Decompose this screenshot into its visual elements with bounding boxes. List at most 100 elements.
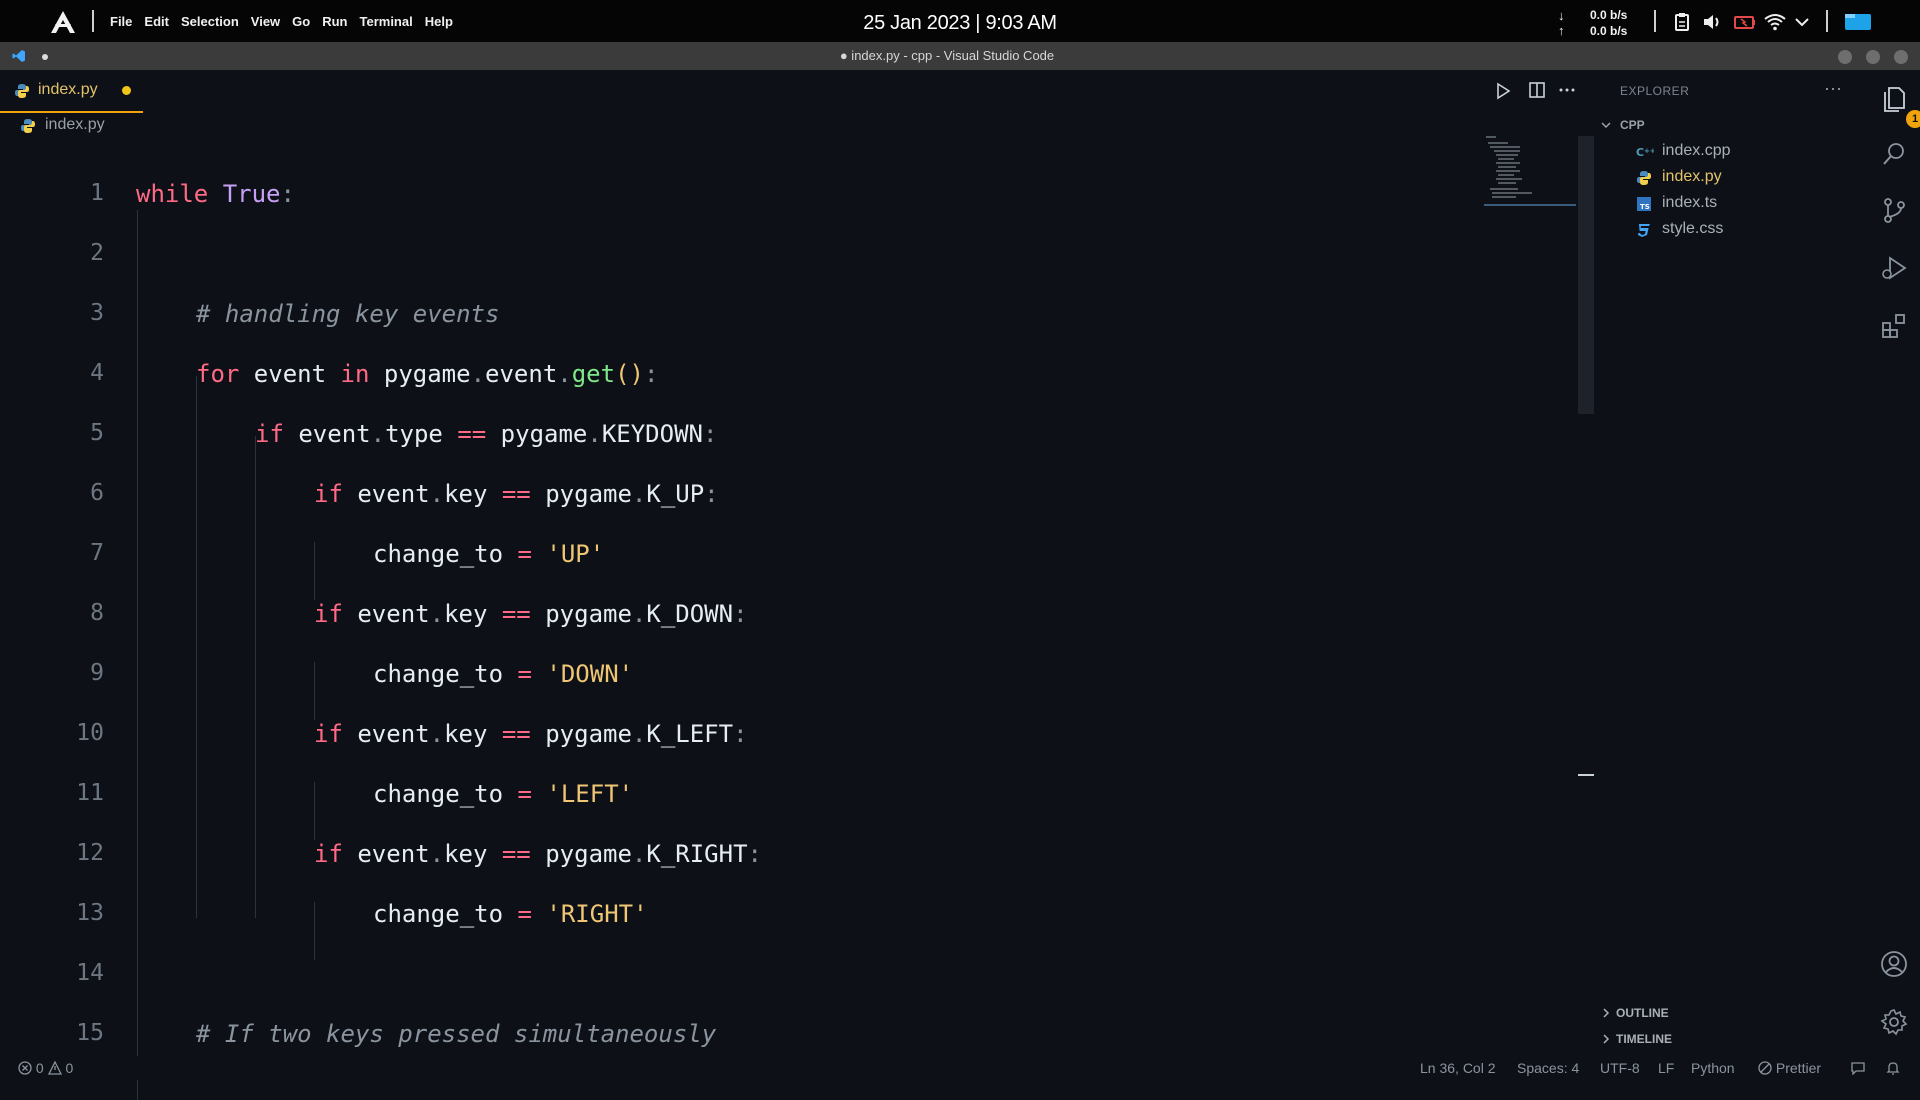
identifier: event — [342, 480, 430, 508]
file-style-css[interactable]: style.css — [1636, 218, 1856, 242]
split-editor-icon[interactable] — [1528, 81, 1546, 99]
punct: . — [470, 360, 486, 388]
code-text: change_to = 'RIGHT' — [373, 900, 648, 928]
identifier: event — [342, 720, 430, 748]
punct: . — [429, 600, 445, 628]
svg-text:TS: TS — [1640, 203, 1650, 211]
wifi-icon[interactable] — [1764, 12, 1786, 32]
line-number: 8 — [90, 600, 104, 626]
problems-indicator[interactable]: 0 0 — [18, 1060, 73, 1076]
line-number: 3 — [90, 300, 104, 326]
account-icon[interactable] — [1880, 950, 1908, 978]
feedback-icon[interactable] — [1850, 1061, 1866, 1075]
operator: == — [501, 720, 531, 748]
folder-cpp[interactable]: CPP — [1601, 118, 1645, 132]
warning-count: 0 — [65, 1060, 74, 1076]
string: 'UP' — [531, 540, 605, 568]
minimap[interactable] — [1484, 134, 1576, 206]
indentation[interactable]: Spaces: 4 — [1517, 1060, 1579, 1076]
file-index-ts[interactable]: TS index.ts — [1636, 192, 1856, 216]
end-of-line[interactable]: LF — [1658, 1060, 1674, 1076]
tab-index-py[interactable]: index.py — [0, 70, 143, 113]
outline-label: OUTLINE — [1616, 1006, 1669, 1020]
battery-icon[interactable] — [1734, 12, 1756, 32]
chevron-down-icon[interactable] — [1794, 12, 1810, 32]
code-text: if event.key == pygame.K_UP: — [314, 480, 719, 508]
keyword: if — [314, 840, 343, 868]
clipboard-icon[interactable] — [1674, 12, 1690, 32]
punct: . — [587, 420, 602, 448]
operator: = — [517, 780, 532, 808]
identifier: pygame — [530, 840, 632, 868]
keyword: if — [314, 600, 343, 628]
activity-bar: 1 — [1868, 70, 1920, 1060]
file-index-py[interactable]: index.py — [1636, 166, 1856, 190]
maximize-button[interactable] — [1866, 50, 1880, 64]
identifier: event — [239, 360, 341, 388]
search-icon[interactable] — [1880, 140, 1908, 168]
explorer-activity-button[interactable]: 1 — [1880, 84, 1920, 128]
vertical-scrollbar[interactable] — [1578, 136, 1594, 414]
identifier: K_UP — [646, 480, 705, 508]
extensions-icon[interactable] — [1880, 312, 1908, 340]
operator: == — [457, 420, 487, 448]
line-number: 9 — [90, 660, 104, 686]
editor-area: index.py index.py 1 while True: 2 3 # ha… — [0, 70, 1594, 1100]
warning-icon — [47, 1060, 62, 1075]
identifier: change_to — [373, 900, 518, 928]
volume-icon[interactable] — [1702, 12, 1722, 32]
status-bar: 0 0 Ln 36, Col 2 Spaces: 4 UTF-8 LF Pyth… — [0, 1056, 1920, 1080]
explorer-more-icon[interactable]: ··· — [1824, 78, 1842, 99]
identifier: K_RIGHT — [646, 840, 748, 868]
punct: : — [702, 420, 718, 448]
identifier: change_to — [373, 540, 518, 568]
encoding[interactable]: UTF-8 — [1600, 1060, 1640, 1076]
close-button[interactable] — [1894, 50, 1908, 64]
code-line: 9 change_to = 'DOWN' — [0, 646, 1480, 706]
code-line: 1 while True: — [0, 166, 1480, 226]
code-line: 3 # handling key events — [0, 286, 1480, 346]
code-text: while True: — [136, 180, 295, 208]
file-index-cpp[interactable]: C ++ index.cpp — [1636, 140, 1856, 164]
run-debug-icon[interactable] — [1880, 254, 1908, 282]
identifier: pygame — [530, 600, 632, 628]
identifier: change_to — [373, 780, 518, 808]
identifier: event — [342, 840, 430, 868]
more-actions-icon[interactable] — [1558, 81, 1576, 99]
code-line: 5 if event.type == pygame.KEYDOWN: — [0, 406, 1480, 466]
operator: == — [501, 600, 531, 628]
error-icon — [18, 1061, 32, 1075]
notifications-bell-icon[interactable] — [1886, 1061, 1900, 1075]
file-label: index.ts — [1662, 194, 1718, 211]
identifier: K_DOWN — [646, 600, 734, 628]
punct: : — [644, 360, 659, 388]
run-icon[interactable] — [1494, 82, 1512, 100]
svg-text:++: ++ — [1644, 147, 1654, 155]
punct: . — [370, 420, 386, 448]
settings-gear-icon[interactable] — [1880, 1008, 1908, 1036]
identifier: change_to — [373, 660, 518, 688]
explorer-badge: 1 — [1906, 110, 1920, 128]
code-editor[interactable]: 1 while True: 2 3 # handling key events … — [0, 166, 1480, 1066]
prettier-status[interactable]: Prettier — [1758, 1060, 1821, 1076]
string: 'DOWN' — [531, 660, 634, 688]
punct: . — [631, 600, 647, 628]
tray-divider-2 — [1826, 10, 1828, 32]
source-control-icon[interactable] — [1880, 196, 1908, 224]
tray-divider — [1654, 10, 1656, 32]
folder-label: CPP — [1620, 118, 1645, 132]
file-label: style.css — [1662, 220, 1724, 237]
modified-dot[interactable] — [122, 86, 131, 95]
code-text: for event in pygame.event.get(): — [196, 360, 658, 388]
minimize-button[interactable] — [1838, 50, 1852, 64]
line-number: 15 — [76, 1020, 104, 1046]
window-icon[interactable] — [1844, 12, 1872, 32]
code-text: if event.key == pygame.K_DOWN: — [314, 600, 748, 628]
cursor-position[interactable]: Ln 36, Col 2 — [1420, 1060, 1496, 1076]
string: 'LEFT' — [531, 780, 634, 808]
explorer-sidebar: EXPLORER ··· CPP C ++ index.cpp index.py… — [1596, 70, 1868, 1060]
language-mode[interactable]: Python — [1691, 1060, 1735, 1076]
typescript-file-icon: TS — [1637, 197, 1651, 211]
line-number: 12 — [76, 840, 104, 866]
